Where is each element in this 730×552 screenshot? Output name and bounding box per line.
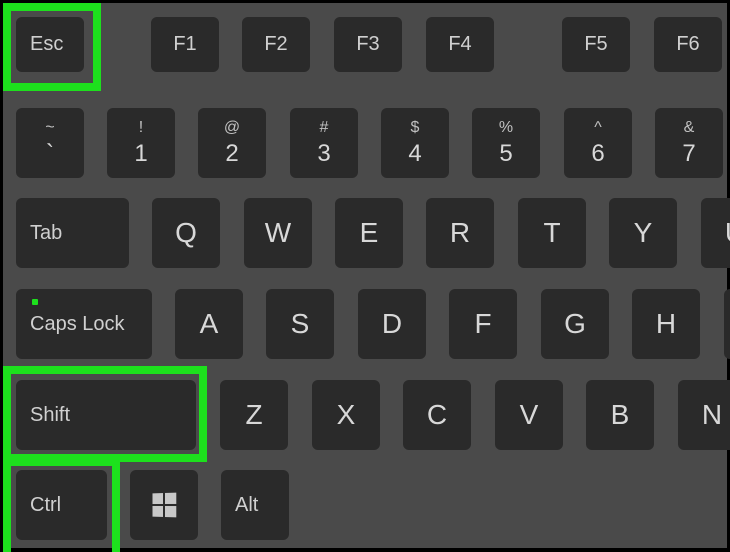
key-f2[interactable]: F2 (242, 17, 310, 72)
key-1[interactable]: ! 1 (107, 108, 175, 178)
key-label: T (543, 217, 560, 249)
key-label: E (360, 217, 379, 249)
key-label: V (520, 399, 539, 431)
key-q[interactable]: Q (152, 198, 220, 268)
caps-lock-led-icon (32, 299, 38, 305)
key-label: Z (245, 399, 262, 431)
key-f1[interactable]: F1 (151, 17, 219, 72)
key-f5[interactable]: F5 (562, 17, 630, 72)
key-label: W (265, 217, 291, 249)
key-lower: 6 (591, 142, 604, 166)
key-label: Caps Lock (30, 313, 125, 336)
key-shift[interactable]: Shift (16, 380, 196, 450)
key-lower: 5 (499, 142, 512, 166)
key-7[interactable]: & 7 (655, 108, 723, 178)
key-f[interactable]: F (449, 289, 517, 359)
key-label: Shift (30, 404, 70, 427)
key-label: Ctrl (30, 494, 61, 517)
key-w[interactable]: W (244, 198, 312, 268)
key-label: A (200, 308, 219, 340)
key-ctrl[interactable]: Ctrl (16, 470, 107, 540)
key-label: F5 (584, 33, 607, 56)
key-label: B (611, 399, 630, 431)
key-g[interactable]: G (541, 289, 609, 359)
key-windows[interactable] (130, 470, 198, 540)
key-label: Tab (30, 222, 62, 245)
key-label: F3 (356, 33, 379, 56)
key-2[interactable]: @ 2 (198, 108, 266, 178)
key-s[interactable]: S (266, 289, 334, 359)
on-screen-keyboard: Esc F1 F2 F3 F4 F5 F6 ~ ` ! 1 @ 2 # 3 $ … (3, 3, 727, 548)
key-f3[interactable]: F3 (334, 17, 402, 72)
key-label: Esc (30, 33, 63, 56)
key-lower: 7 (682, 142, 695, 166)
key-6[interactable]: ^ 6 (564, 108, 632, 178)
key-tilde[interactable]: ~ ` (16, 108, 84, 178)
key-e[interactable]: E (335, 198, 403, 268)
key-label: U (725, 217, 730, 249)
key-h[interactable]: H (632, 289, 700, 359)
key-label: F2 (264, 33, 287, 56)
key-z[interactable]: Z (220, 380, 288, 450)
key-y[interactable]: Y (609, 198, 677, 268)
key-upper: ! (139, 120, 143, 136)
key-label: D (382, 308, 402, 340)
key-label: S (291, 308, 310, 340)
key-label: Q (175, 217, 197, 249)
key-label: F6 (676, 33, 699, 56)
key-5[interactable]: % 5 (472, 108, 540, 178)
key-label: H (656, 308, 676, 340)
key-d[interactable]: D (358, 289, 426, 359)
key-esc[interactable]: Esc (16, 17, 84, 72)
key-x[interactable]: X (312, 380, 380, 450)
key-caps-lock[interactable]: Caps Lock (16, 289, 152, 359)
key-label: G (564, 308, 586, 340)
windows-icon (153, 493, 177, 518)
key-upper: & (684, 120, 695, 136)
key-n[interactable]: N (678, 380, 730, 450)
key-lower: 4 (408, 142, 421, 166)
key-upper: # (320, 120, 329, 136)
key-3[interactable]: # 3 (290, 108, 358, 178)
key-upper: $ (411, 120, 420, 136)
key-label: N (702, 399, 722, 431)
key-r[interactable]: R (426, 198, 494, 268)
key-v[interactable]: V (495, 380, 563, 450)
key-label: F1 (173, 33, 196, 56)
key-upper: % (499, 120, 513, 136)
key-label: F4 (448, 33, 471, 56)
key-j[interactable]: J (724, 289, 730, 359)
key-lower: ` (46, 142, 54, 166)
key-t[interactable]: T (518, 198, 586, 268)
key-upper: ^ (594, 120, 602, 136)
key-tab[interactable]: Tab (16, 198, 129, 268)
key-label: F (474, 308, 491, 340)
key-lower: 3 (317, 142, 330, 166)
key-label: Alt (235, 494, 258, 517)
key-upper: ~ (45, 120, 54, 136)
key-label: R (450, 217, 470, 249)
key-lower: 2 (225, 142, 238, 166)
key-alt[interactable]: Alt (221, 470, 289, 540)
key-label: Y (634, 217, 653, 249)
key-4[interactable]: $ 4 (381, 108, 449, 178)
key-u[interactable]: U (701, 198, 730, 268)
key-b[interactable]: B (586, 380, 654, 450)
key-f6[interactable]: F6 (654, 17, 722, 72)
key-label: C (427, 399, 447, 431)
key-upper: @ (224, 120, 240, 136)
key-f4[interactable]: F4 (426, 17, 494, 72)
key-lower: 1 (134, 142, 147, 166)
key-label: X (337, 399, 356, 431)
key-c[interactable]: C (403, 380, 471, 450)
key-a[interactable]: A (175, 289, 243, 359)
